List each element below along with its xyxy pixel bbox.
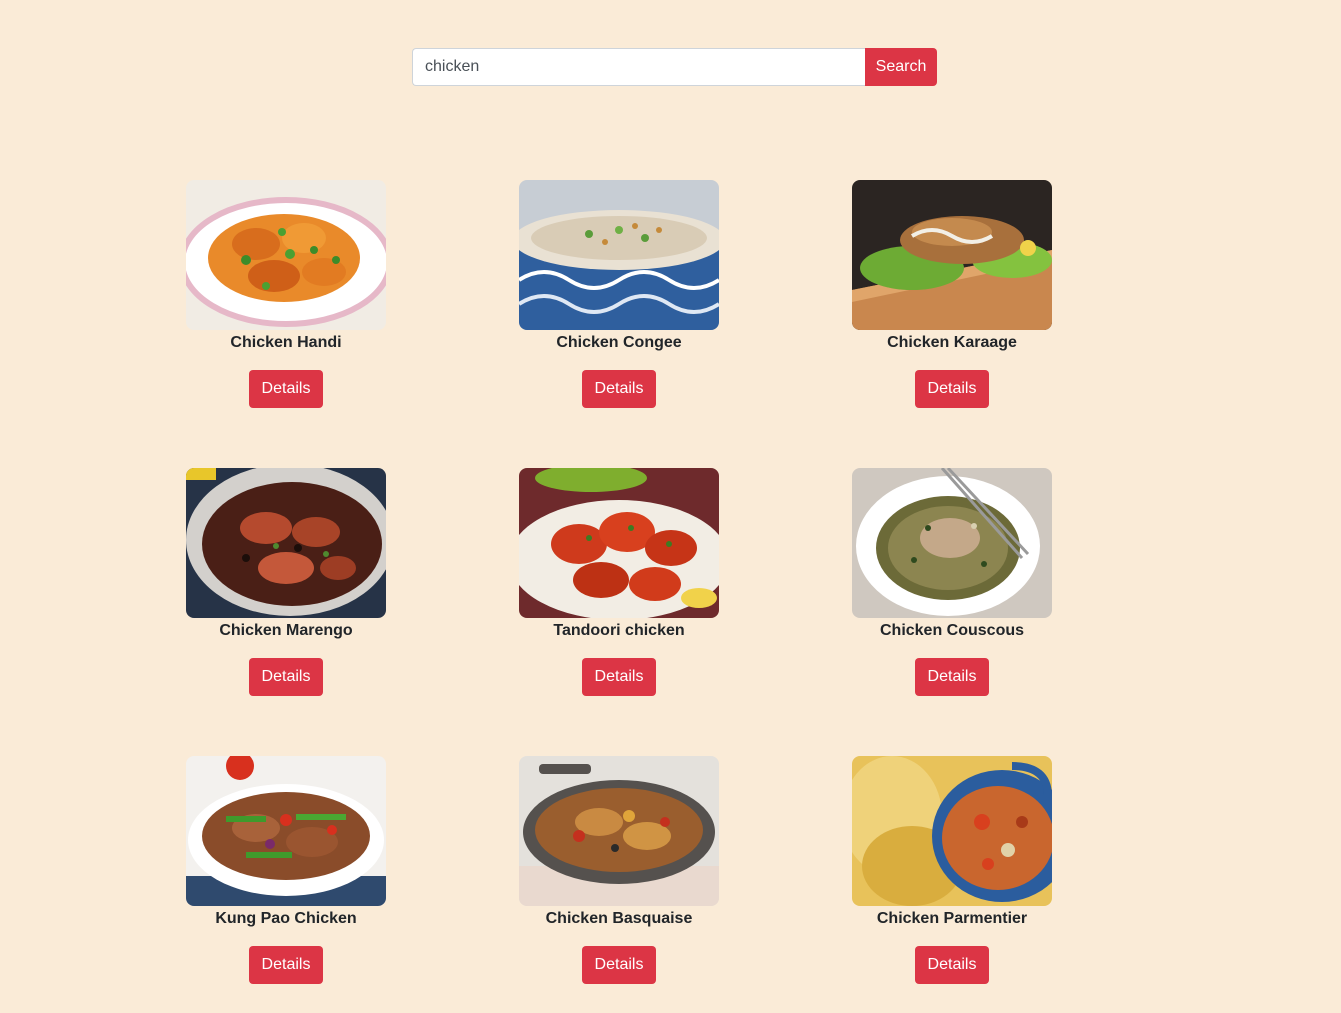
meal-name: Chicken Basquaise xyxy=(545,910,693,927)
meal-name: Chicken Marengo xyxy=(219,622,353,639)
meal-image xyxy=(852,468,1052,618)
details-button[interactable]: Details xyxy=(582,370,656,408)
search-button[interactable]: Search xyxy=(865,48,937,86)
meal-name: Chicken Couscous xyxy=(879,622,1025,639)
details-button[interactable]: Details xyxy=(582,946,656,984)
meal-image xyxy=(186,756,386,906)
meal-name: Chicken Congee xyxy=(556,334,682,351)
search-bar: Search xyxy=(412,48,937,86)
meal-card: Chicken Congee Details xyxy=(499,180,739,408)
meal-name: Kung Pao Chicken xyxy=(215,910,357,927)
meal-card: Chicken Marengo Details xyxy=(166,468,406,696)
details-button[interactable]: Details xyxy=(249,658,323,696)
meal-image xyxy=(519,468,719,618)
details-button[interactable]: Details xyxy=(582,658,656,696)
meal-card: Chicken Handi Details xyxy=(166,180,406,408)
search-input[interactable] xyxy=(412,48,865,86)
meal-image xyxy=(519,180,719,330)
details-button[interactable]: Details xyxy=(915,370,989,408)
meal-name: Chicken Parmentier xyxy=(876,910,1028,927)
details-button[interactable]: Details xyxy=(915,946,989,984)
meal-image xyxy=(852,180,1052,330)
meal-card: Chicken Basquaise Details xyxy=(499,756,739,984)
meal-image xyxy=(186,180,386,330)
meal-image xyxy=(186,468,386,618)
meal-name: Chicken Handi xyxy=(230,334,342,351)
meal-card: Tandoori chicken Details xyxy=(499,468,739,696)
details-button[interactable]: Details xyxy=(249,370,323,408)
meal-card: Kung Pao Chicken Details xyxy=(166,756,406,984)
meal-name: Chicken Karaage xyxy=(887,334,1017,351)
details-button[interactable]: Details xyxy=(915,658,989,696)
meal-image xyxy=(852,756,1052,906)
meal-name: Tandoori chicken xyxy=(553,622,685,639)
meal-image xyxy=(519,756,719,906)
meal-card: Chicken Parmentier Details xyxy=(832,756,1072,984)
meal-card: Chicken Karaage Details xyxy=(832,180,1072,408)
meal-card: Chicken Couscous Details xyxy=(832,468,1072,696)
details-button[interactable]: Details xyxy=(249,946,323,984)
